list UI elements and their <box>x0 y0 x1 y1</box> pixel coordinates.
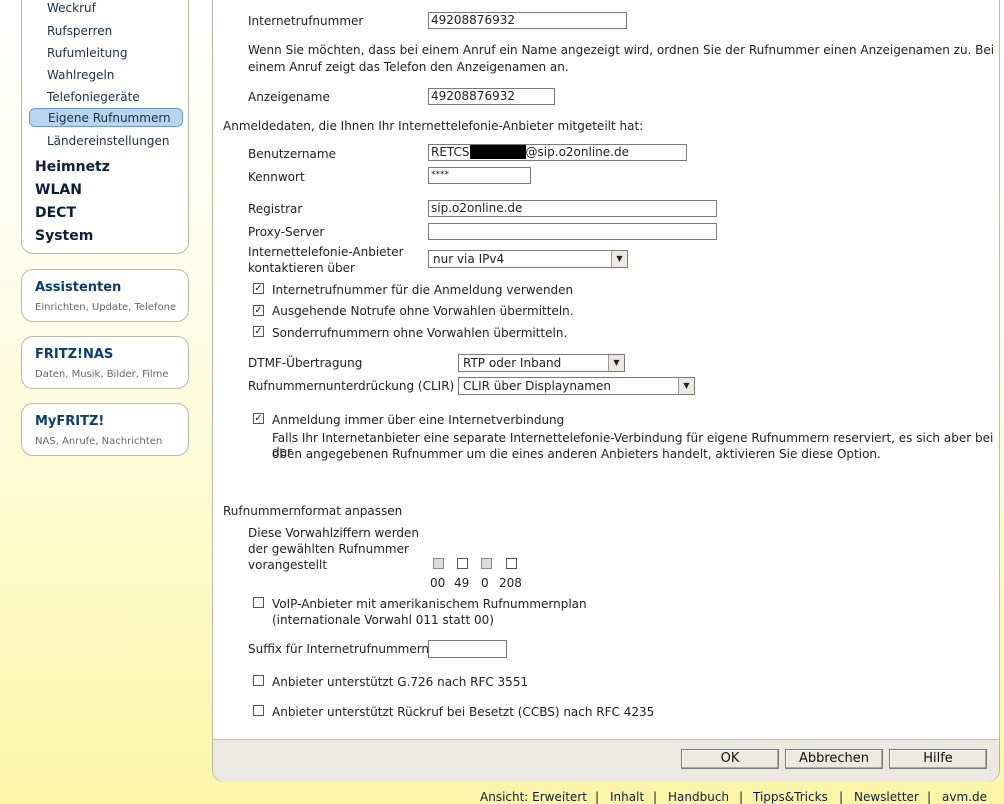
sidebar-item-telefoniegeraete[interactable]: Telefoniegeräte <box>47 90 140 104</box>
help-button[interactable]: Hilfe <box>889 749 987 769</box>
ccbs-checkbox[interactable] <box>253 705 264 716</box>
voip-us-label-line1: VoIP-Anbieter mit amerikanischem Rufnumm… <box>272 597 587 611</box>
sidebar-item-dect[interactable]: DECT <box>35 205 76 221</box>
myfritz-box[interactable]: MyFRITZ! NAS, Anrufe, Nachrichten <box>21 403 189 456</box>
emergency-label: Ausgehende Notrufe ohne Vorwahlen übermi… <box>272 304 574 318</box>
prefix-label-line3: vorangestellt <box>248 558 328 572</box>
ok-button[interactable]: OK <box>681 749 779 769</box>
name-hint-line1: Wenn Sie möchten, dass bei einem Anruf e… <box>248 43 995 57</box>
always-internet-checkbox[interactable]: ✓ <box>253 413 264 424</box>
contact-select[interactable]: nur via IPv4 ▼ <box>428 250 628 268</box>
footer-separator: | <box>839 790 844 804</box>
footer-contents-link[interactable]: Inhalt <box>610 790 644 804</box>
prefix-label-line1: Diese Vorwahlziffern werden <box>248 526 420 540</box>
myfritz-subtitle: NAS, Anrufe, Nachrichten <box>35 436 163 447</box>
prefix-00-checkbox[interactable] <box>433 558 444 569</box>
clir-select-value: CLIR über Displaynamen <box>463 379 611 393</box>
cancel-button[interactable]: Abbrechen <box>785 749 883 769</box>
contact-label-line1: Internettelefonie-Anbieter <box>248 245 404 259</box>
fritznas-title[interactable]: FRITZ!NAS <box>35 347 113 362</box>
proxy-label: Proxy-Server <box>248 225 325 239</box>
button-bar: OK Abbrechen Hilfe <box>213 739 999 782</box>
suffix-label: Suffix für Internetrufnummern <box>248 642 430 656</box>
prefix-49-label: 49 <box>454 576 470 590</box>
special-numbers-checkbox[interactable]: ✓ <box>253 326 264 337</box>
special-numbers-label: Sonderrufnummern ohne Vorwahlen übermitt… <box>272 326 568 340</box>
fritznas-subtitle: Daten, Musik, Bilder, Filme <box>35 369 169 380</box>
footer-avm-link[interactable]: avm.de <box>942 790 987 804</box>
voip-us-checkbox[interactable] <box>253 597 264 608</box>
sidebar-item-weckruf[interactable]: Weckruf <box>47 1 96 15</box>
dtmf-select[interactable]: RTP oder Inband ▼ <box>458 354 625 372</box>
sidebar-nav: Weckruf Rufsperren Rufumleitung Wahlrege… <box>21 0 189 254</box>
ccbs-label: Anbieter unterstützt Rückruf bei Besetzt… <box>272 705 655 719</box>
content-panel: Internetrufnummer 49208876932 Wenn Sie m… <box>212 0 1000 782</box>
always-internet-label: Anmeldung immer über eine Internetverbin… <box>272 413 565 427</box>
footer-separator: | <box>739 790 744 804</box>
fritznas-box[interactable]: FRITZ!NAS Daten, Musik, Bilder, Filme <box>21 336 189 389</box>
internet-number-label: Internetrufnummer <box>248 14 364 28</box>
dtmf-select-value: RTP oder Inband <box>463 356 562 370</box>
footer-newsletter-link[interactable]: Newsletter <box>854 790 919 804</box>
redaction-block <box>469 145 526 159</box>
emergency-checkbox[interactable]: ✓ <box>253 305 264 316</box>
password-label: Kennwort <box>248 170 305 184</box>
sidebar-item-wlan[interactable]: WLAN <box>35 182 82 198</box>
prefix-00-label: 00 <box>430 576 446 590</box>
registrar-label: Registrar <box>248 202 303 216</box>
sidebar-item-laendereinstellungen[interactable]: Ländereinstellungen <box>47 134 169 148</box>
myfritz-title[interactable]: MyFRITZ! <box>35 414 104 429</box>
display-name-label: Anzeigename <box>248 90 330 104</box>
sidebar-item-eigene-rufnummern[interactable]: Eigene Rufnummern <box>29 108 183 127</box>
always-hint-line2: oben angegebenen Rufnummer um die eines … <box>272 447 881 461</box>
suffix-field[interactable] <box>428 640 507 658</box>
g726-checkbox[interactable] <box>253 675 264 686</box>
assistenten-title[interactable]: Assistenten <box>35 280 121 295</box>
chevron-down-icon[interactable]: ▼ <box>678 378 694 394</box>
contact-label-line2: kontaktieren über <box>248 261 355 275</box>
internet-number-field[interactable]: 49208876932 <box>428 12 627 29</box>
footer-tips-link[interactable]: Tipps&Tricks <box>753 790 828 804</box>
username-label: Benutzername <box>248 147 336 161</box>
format-heading: Rufnummernformat anpassen <box>223 504 403 518</box>
chevron-down-icon[interactable]: ▼ <box>611 251 627 267</box>
prefix-0-label: 0 <box>481 576 489 590</box>
use-number-checkbox[interactable]: ✓ <box>253 283 264 294</box>
proxy-field[interactable] <box>428 223 717 240</box>
username-field[interactable]: RETCS @sip.o2online.de <box>428 144 687 161</box>
name-hint-line2: einem Anruf zeigt das Telefon den Anzeig… <box>248 60 569 74</box>
prefix-0-checkbox[interactable] <box>481 558 492 569</box>
sidebar-item-heimnetz[interactable]: Heimnetz <box>35 159 110 175</box>
sidebar-item-system[interactable]: System <box>35 228 93 244</box>
footer-manual-link[interactable]: Handbuch <box>668 790 729 804</box>
sidebar-item-wahlregeln[interactable]: Wahlregeln <box>47 68 114 82</box>
prefix-label-line2: der gewählten Rufnummer <box>248 542 409 556</box>
footer-separator: | <box>595 790 600 804</box>
registrar-field[interactable]: sip.o2online.de <box>428 200 717 217</box>
login-heading: Anmeldedaten, die Ihnen Ihr Internettele… <box>223 119 644 133</box>
sidebar-item-rufumleitung[interactable]: Rufumleitung <box>47 46 128 60</box>
chevron-down-icon[interactable]: ▼ <box>608 355 624 371</box>
g726-label: Anbieter unterstützt G.726 nach RFC 3551 <box>272 675 529 689</box>
assistenten-box[interactable]: Assistenten Einrichten, Update, Telefone <box>21 269 189 322</box>
clir-select[interactable]: CLIR über Displaynamen ▼ <box>458 377 695 395</box>
username-suffix: @sip.o2online.de <box>525 145 629 159</box>
footer-view-link[interactable]: Ansicht: Erweitert <box>480 790 587 804</box>
password-field[interactable]: **** <box>428 167 531 184</box>
prefix-208-label: 208 <box>499 576 522 590</box>
sidebar-item-rufsperren[interactable]: Rufsperren <box>47 24 112 38</box>
assistenten-subtitle: Einrichten, Update, Telefone <box>35 302 177 313</box>
footer-separator: | <box>927 790 932 804</box>
footer-separator: | <box>653 790 658 804</box>
prefix-49-checkbox[interactable] <box>457 558 468 569</box>
clir-label: Rufnummernunterdrückung (CLIR) <box>248 379 455 393</box>
use-number-label: Internetrufnummer für die Anmeldung verw… <box>272 283 574 297</box>
display-name-field[interactable]: 49208876932 <box>428 88 555 105</box>
contact-select-value: nur via IPv4 <box>433 252 505 266</box>
username-prefix: RETCS <box>431 145 470 159</box>
dtmf-label: DTMF-Übertragung <box>248 356 363 370</box>
voip-us-label-line2: (internationale Vorwahl 011 statt 00) <box>272 613 494 627</box>
prefix-208-checkbox[interactable] <box>506 558 517 569</box>
